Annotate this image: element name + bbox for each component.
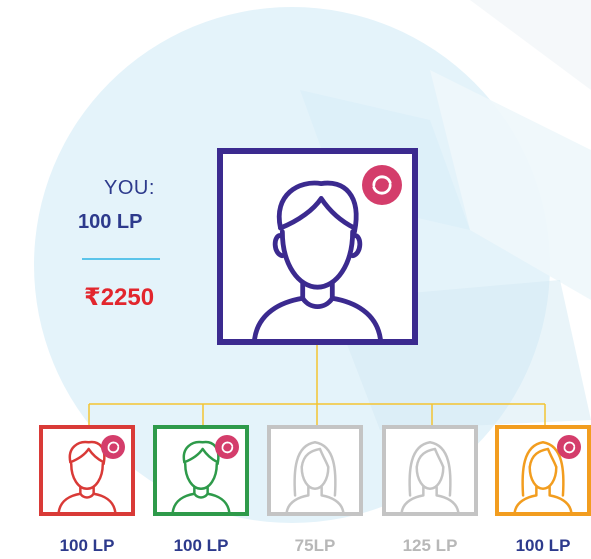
child-lp-label: 125 LP [402, 536, 458, 555]
child-lp-label: 100 LP [515, 536, 571, 555]
child-lp-label: 100 LP [173, 536, 229, 555]
refresh-badge[interactable] [215, 435, 239, 459]
refresh-badge[interactable] [362, 165, 402, 205]
background-facet [470, 0, 591, 90]
child-node-3[interactable] [267, 425, 363, 516]
refresh-icon [107, 441, 119, 453]
female-user-icon [285, 441, 345, 512]
child-node-1[interactable] [39, 425, 135, 516]
you-lp-value: 100 LP [78, 211, 143, 233]
child-node-5[interactable] [495, 425, 591, 516]
you-label: YOU: [104, 177, 155, 199]
child-lp-label: 75LP [294, 536, 336, 555]
main-user-node[interactable] [217, 148, 418, 345]
child-node-4[interactable] [382, 425, 478, 516]
refresh-badge[interactable] [101, 435, 125, 459]
refresh-icon [563, 441, 575, 453]
refresh-badge[interactable] [557, 435, 581, 459]
refresh-icon [372, 175, 392, 195]
child-lp-label: 100 LP [59, 536, 115, 555]
child-node-2[interactable] [153, 425, 249, 516]
refresh-icon [221, 441, 233, 453]
you-amount: ₹2250 [84, 284, 155, 311]
divider [82, 258, 160, 260]
female-user-icon [400, 441, 460, 512]
